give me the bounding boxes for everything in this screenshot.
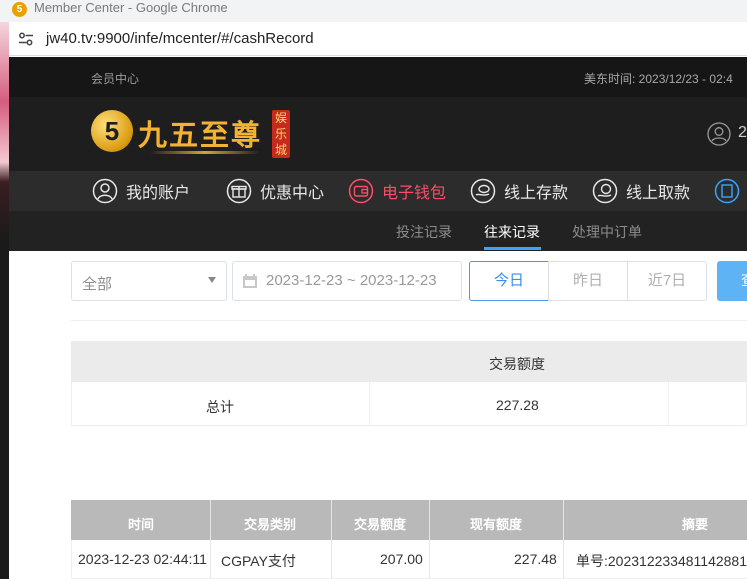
col-header-type: 交易类别 (244, 517, 297, 532)
today-button[interactable]: 今日 (469, 261, 549, 301)
nav-label: 电子钱包 (382, 185, 447, 202)
user-avatar-icon[interactable] (707, 122, 731, 146)
row-summary: 单号:202312233481142881 (576, 553, 747, 569)
nav-e-wallet[interactable]: 电子钱包 (348, 176, 446, 206)
summary-row (71, 382, 747, 426)
background-window-strip (0, 22, 9, 579)
member-center-link[interactable]: 会员中心 (91, 70, 139, 87)
logo-name[interactable]: 九五至尊 (138, 112, 262, 154)
chevron-down-icon[interactable] (208, 277, 216, 283)
deposit-icon (470, 178, 496, 204)
nav-label: 线上存款 (504, 185, 569, 202)
row-type: CGPAY支付 (221, 553, 296, 569)
summary-header-label: 交易额度 (489, 356, 545, 372)
withdraw-icon (592, 178, 618, 204)
records-header (71, 500, 747, 540)
last-7-days-button[interactable]: 近7日 (627, 261, 707, 301)
divider (71, 320, 747, 321)
col-header-balance: 现有额度 (470, 517, 523, 532)
total-value: 227.28 (496, 397, 539, 413)
col-header-amount: 交易额度 (354, 517, 407, 532)
nav-label: 线上取款 (626, 185, 691, 202)
calendar-icon (243, 274, 257, 288)
search-button[interactable]: 查 (717, 261, 747, 301)
logo-tag-text: 娱乐城 (274, 111, 287, 157)
nav-online-deposit[interactable]: 线上存款 (470, 176, 568, 206)
row-balance: 227.48 (514, 551, 557, 567)
row-amount: 207.00 (380, 551, 423, 567)
yesterday-button[interactable]: 昨日 (548, 261, 628, 301)
user-circle-icon (92, 178, 118, 204)
gift-icon (226, 178, 252, 204)
nav-label: 优惠中心 (260, 185, 325, 202)
type-select-value: 全部 (82, 276, 113, 293)
col-header-summary: 摘要 (682, 517, 709, 532)
nav-my-account[interactable]: 我的账户 (92, 176, 190, 206)
tab-pending-orders[interactable]: 处理中订单 (572, 222, 642, 242)
row-time: 2023-12-23 02:44:11 (78, 551, 207, 567)
tab-transaction-records[interactable]: 往来记录 (484, 222, 540, 242)
cell-divider (668, 382, 669, 426)
date-range-value[interactable]: 2023-12-23 ~ 2023-12-23 (266, 272, 437, 289)
cell-divider (369, 382, 370, 426)
url-text[interactable]: jw40.tv:9900/infe/mcenter/#/cashRecord (46, 30, 314, 48)
logo-tag: 娱乐城 (272, 110, 290, 158)
nav-label: 我的账户 (126, 185, 191, 202)
window-title: Member Center - Google Chrome (34, 0, 228, 15)
site-info-icon[interactable] (18, 31, 34, 47)
site-favicon-icon: 5 (12, 2, 27, 17)
user-info-partial[interactable]: 2 (738, 124, 747, 142)
summary-header (71, 341, 747, 382)
eastern-time-label: 美东时间: 2023/12/23 - 02:4 (584, 72, 733, 86)
nav-promotions[interactable]: 优惠中心 (226, 176, 324, 206)
logo-mark[interactable]: 5 (91, 110, 133, 152)
type-select[interactable]: 全部 (71, 261, 227, 301)
nav-online-withdraw[interactable]: 线上取款 (592, 176, 690, 206)
more-nav-icon[interactable] (714, 178, 740, 204)
tab-bet-records[interactable]: 投注记录 (396, 222, 452, 242)
total-label: 总计 (206, 399, 234, 415)
logo-ornament (150, 151, 260, 154)
active-tab-indicator (484, 247, 541, 250)
col-header-time: 时间 (128, 517, 155, 532)
wallet-icon (348, 178, 374, 204)
